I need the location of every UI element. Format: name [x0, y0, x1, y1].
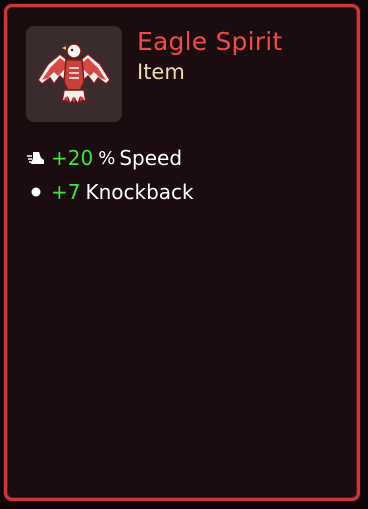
- item-title: Eagle Spirit: [137, 27, 283, 56]
- knockback-icon: [25, 181, 47, 203]
- stat-value: +20: [51, 146, 94, 170]
- stat-label: Speed: [119, 146, 183, 170]
- item-tooltip-card: Eagle Spirit Item +20 % Speed +7 Knockba…: [4, 4, 360, 501]
- speed-icon: [25, 147, 47, 169]
- stat-label: Knockback: [85, 180, 194, 204]
- item-icon-frame: [26, 26, 122, 122]
- stat-unit: %: [98, 147, 116, 169]
- stat-value: +7: [51, 180, 81, 204]
- eagle-spirit-icon: [37, 43, 111, 106]
- stat-row-speed: +20 % Speed: [25, 145, 182, 171]
- stat-row-knockback: +7 Knockback: [25, 179, 194, 205]
- item-type-label: Item: [137, 60, 185, 84]
